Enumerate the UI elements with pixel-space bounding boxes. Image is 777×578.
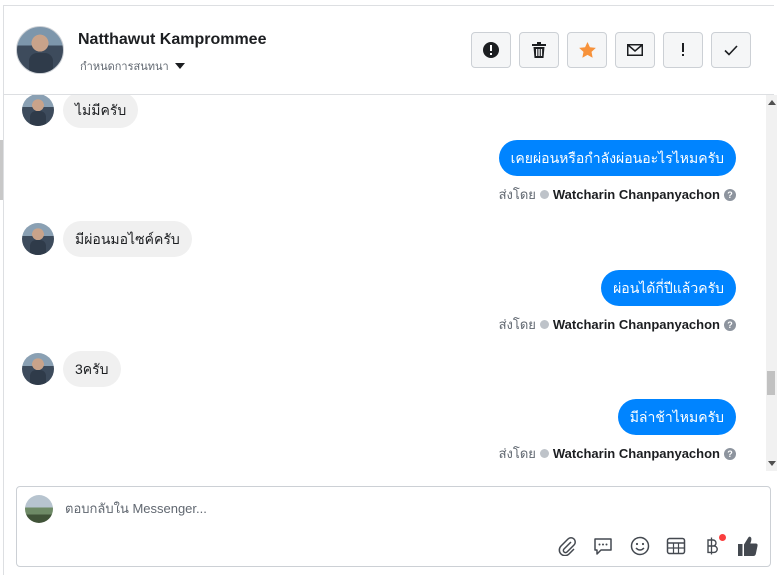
like-button[interactable] (736, 534, 760, 558)
sent-by-line: ส่งโดย Watcharin Chanpanyachon ? (499, 184, 736, 205)
mark-unread-button[interactable] (615, 32, 655, 68)
help-icon[interactable]: ? (724, 447, 736, 460)
incoming-message: 3ครับ (22, 351, 121, 387)
thumbs-up-icon (738, 536, 758, 556)
seen-dot-icon (539, 320, 549, 329)
message-bubble[interactable]: มีผ่อนมอไซค์ครับ (63, 221, 192, 257)
seen-dot-icon (539, 449, 549, 458)
sent-by-line: ส่งโดย Watcharin Chanpanyachon ? (499, 314, 736, 335)
sender-name[interactable]: Watcharin Chanpanyachon (553, 317, 720, 332)
table-icon (666, 537, 686, 555)
message-bubble[interactable]: มีล่าช้าไหมครับ (617, 399, 736, 435)
follow-up-button[interactable] (663, 32, 703, 68)
sent-by-label: ส่งโดย (498, 446, 536, 461)
checkmark-icon (724, 44, 738, 56)
contact-avatar[interactable] (22, 95, 54, 126)
report-button[interactable] (471, 32, 511, 68)
exclamation-circle-icon (483, 42, 499, 58)
contact-name[interactable]: Natthawut Kamprommee (78, 31, 266, 49)
paperclip-icon (558, 537, 576, 556)
scroll-thumb[interactable] (767, 371, 775, 395)
message-bubble[interactable]: ไม่มีครับ (63, 95, 139, 128)
attach-button[interactable] (555, 534, 579, 558)
envelope-icon (627, 44, 643, 56)
payment-button[interactable] (700, 534, 726, 558)
notification-dot (719, 534, 726, 541)
sent-by-label: ส่งโดย (498, 317, 536, 332)
assign-conversation-dropdown[interactable]: กำหนดการสนทนา (80, 57, 185, 75)
contact-avatar[interactable] (22, 223, 54, 255)
page-avatar (25, 495, 53, 523)
seen-dot-icon (539, 190, 549, 199)
assign-label: กำหนดการสนทนา (80, 61, 169, 73)
outgoing-message: เคยผ่อนหรือกำลังผ่อนอะไรไหมครับ (498, 140, 736, 176)
contact-avatar[interactable] (16, 26, 64, 74)
message-bubble[interactable]: ผ่อนได้กี่ปีแล้วครับ (601, 270, 736, 306)
star-icon (578, 42, 596, 58)
smiley-icon (630, 536, 650, 556)
conversation-header: Natthawut Kamprommee กำหนดการสนทนา (3, 5, 774, 95)
incoming-message: ไม่มีครับ (22, 95, 139, 128)
outgoing-message: ผ่อนได้กี่ปีแล้วครับ (601, 270, 736, 306)
sender-name[interactable]: Watcharin Chanpanyachon (553, 187, 720, 202)
help-icon[interactable]: ? (724, 318, 736, 331)
exclamation-icon (682, 43, 684, 56)
baht-icon (707, 537, 718, 555)
thread-scrollbar[interactable] (766, 95, 777, 471)
trash-icon (532, 42, 546, 58)
saved-replies-button[interactable] (591, 534, 615, 558)
help-icon[interactable]: ? (724, 188, 736, 201)
reply-composer (16, 486, 771, 567)
message-thread[interactable]: ไม่มีครับ เคยผ่อนหรือกำลังผ่อนอะไรไหมครั… (3, 95, 766, 471)
sender-name[interactable]: Watcharin Chanpanyachon (553, 446, 720, 461)
message-bubble[interactable]: เคยผ่อนหรือกำลังผ่อนอะไรไหมครับ (498, 140, 736, 176)
delete-button[interactable] (519, 32, 559, 68)
scroll-down-arrow-icon[interactable] (768, 461, 776, 466)
message-bubble[interactable]: 3ครับ (63, 351, 121, 387)
outgoing-message: มีล่าช้าไหมครับ (617, 399, 736, 435)
scroll-up-arrow-icon[interactable] (768, 100, 776, 105)
sent-by-label: ส่งโดย (498, 187, 536, 202)
contact-avatar[interactable] (22, 353, 54, 385)
reply-input[interactable] (65, 501, 665, 516)
table-button[interactable] (664, 534, 688, 558)
sent-by-line: ส่งโดย Watcharin Chanpanyachon ? (499, 443, 736, 464)
caret-down-icon (174, 63, 185, 69)
emoji-button[interactable] (628, 534, 652, 558)
incoming-message: มีผ่อนมอไซค์ครับ (22, 221, 192, 257)
done-button[interactable] (711, 32, 751, 68)
chat-bubble-icon (594, 538, 612, 555)
star-button[interactable] (567, 32, 607, 68)
